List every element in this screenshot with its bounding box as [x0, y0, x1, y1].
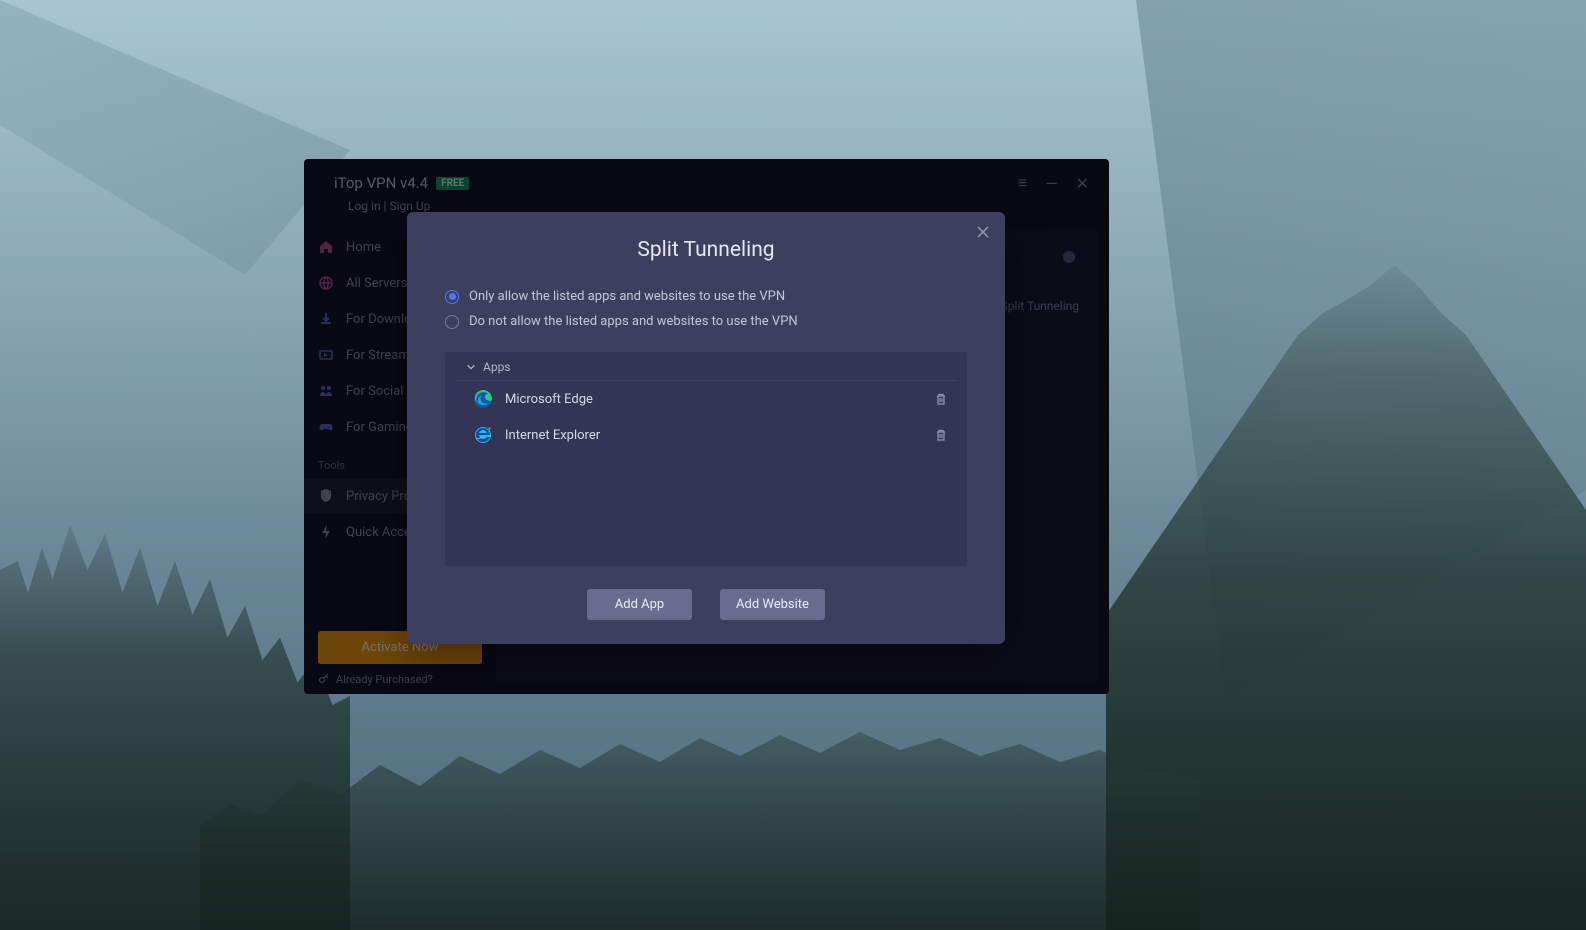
dialog-title: Split Tunneling	[407, 212, 1005, 284]
radio-label: Only allow the listed apps and websites …	[469, 289, 785, 304]
app-item-edge: Microsoft Edge	[445, 381, 967, 417]
add-app-button[interactable]: Add App	[587, 589, 692, 620]
app-item-ie: Internet Explorer	[445, 417, 967, 453]
radio-icon	[445, 315, 459, 329]
split-tunneling-dialog: Split Tunneling Only allow the listed ap…	[407, 212, 1005, 644]
dialog-body: Only allow the listed apps and websites …	[407, 284, 1005, 569]
apps-section-header[interactable]: Apps	[455, 352, 957, 381]
delete-app-button[interactable]	[933, 391, 949, 407]
edge-icon	[473, 389, 493, 409]
app-item-label: Microsoft Edge	[505, 392, 933, 407]
dialog-footer: Add App Add Website	[407, 569, 1005, 644]
radio-icon	[445, 290, 459, 304]
apps-section-label: Apps	[483, 360, 511, 374]
apps-panel: Apps Microsoft Edge	[445, 352, 967, 566]
ie-icon	[473, 425, 493, 445]
chevron-down-icon	[465, 361, 477, 373]
bg-mountain-left	[0, 0, 350, 500]
app-item-label: Internet Explorer	[505, 428, 933, 443]
add-website-button[interactable]: Add Website	[720, 589, 825, 620]
close-dialog-button[interactable]	[973, 222, 993, 242]
radio-deny[interactable]: Do not allow the listed apps and website…	[445, 309, 967, 334]
radio-label: Do not allow the listed apps and website…	[469, 314, 798, 329]
delete-app-button[interactable]	[933, 427, 949, 443]
radio-allow[interactable]: Only allow the listed apps and websites …	[445, 284, 967, 309]
